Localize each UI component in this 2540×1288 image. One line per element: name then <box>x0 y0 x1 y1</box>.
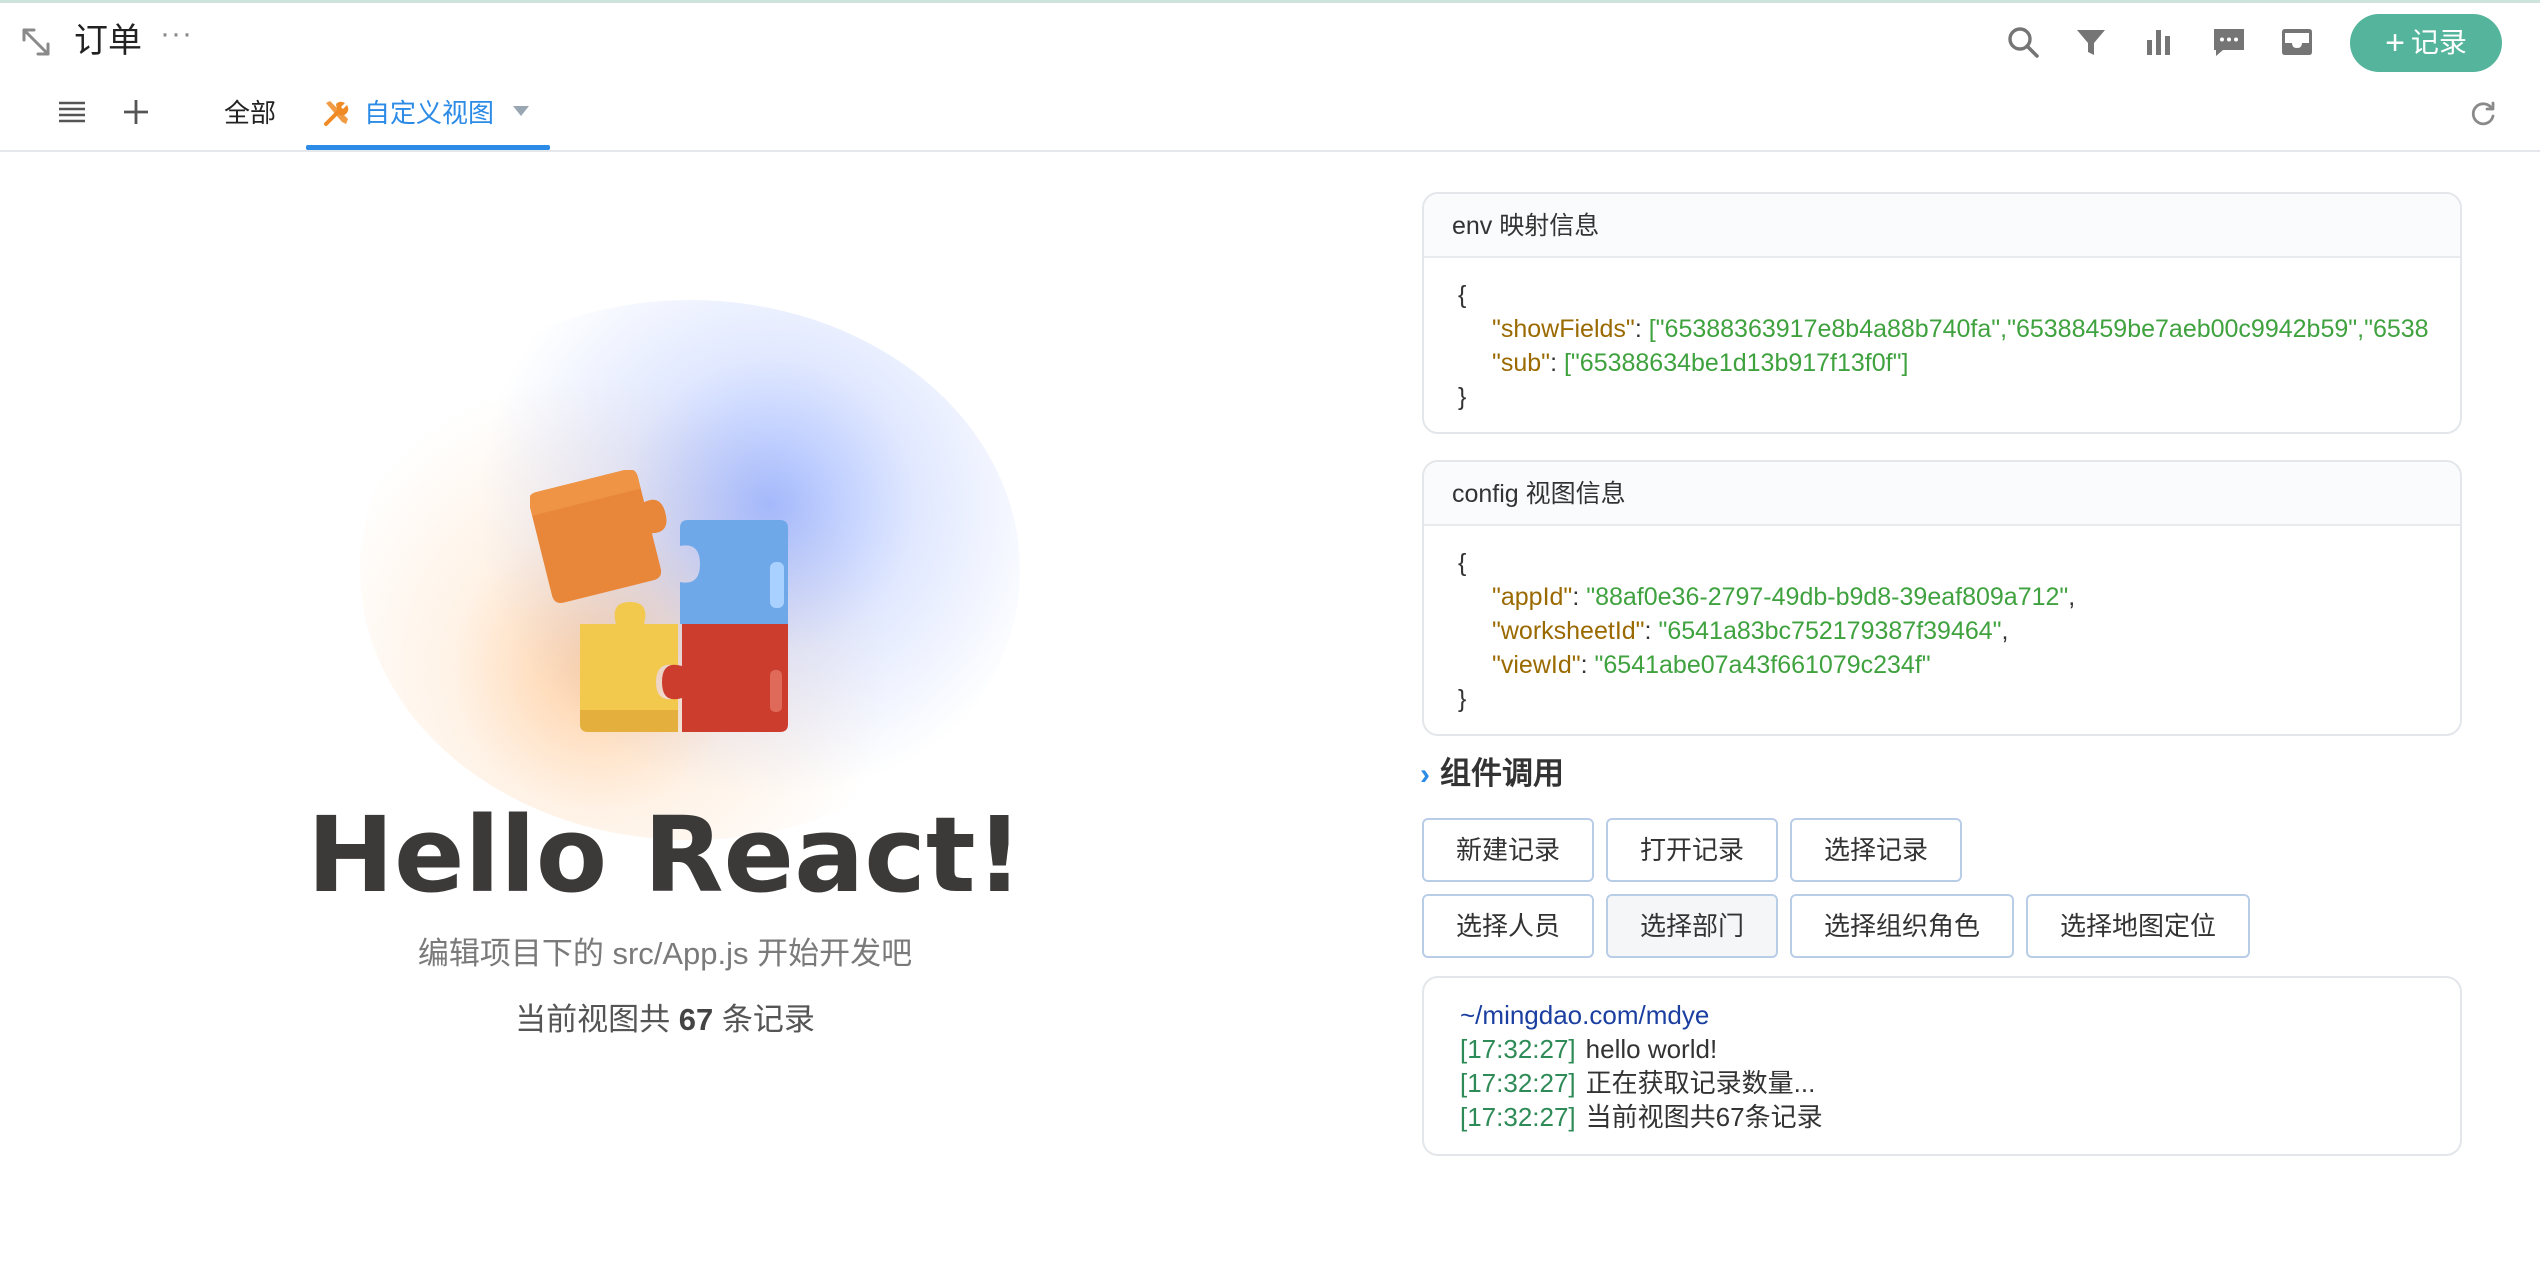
log-timestamp: [17:32:27] <box>1460 1068 1576 1098</box>
count-value: 67 <box>678 1002 714 1037</box>
dev-hint-text: 编辑项目下的 src/App.js 开始开发吧 <box>417 936 913 971</box>
log-line: [17:32:27] 当前视图共67条记录 <box>1460 1100 2460 1134</box>
select-department-button[interactable]: 选择部门 <box>1606 894 1778 958</box>
new-record-button[interactable]: 新建记录 <box>1422 818 1594 882</box>
json-line-appid: "appId": "88af0e36-2797-49db-b9d8-39eaf8… <box>1492 583 2076 611</box>
comment-icon[interactable] <box>2209 22 2249 62</box>
log-path: ~/mingdao.com/mdye <box>1460 1000 1710 1030</box>
plus-icon: + <box>2385 24 2405 62</box>
json-line-showfields: "showFields": ["65388363917e8b4a88b740fa… <box>1492 315 2429 343</box>
log-line: [17:32:27] 正在获取记录数量... <box>1460 1066 2460 1100</box>
json-key: "viewId" <box>1492 651 1581 679</box>
config-info-panel: config 视图信息 { "appId": "88af0e36-2797-49… <box>1422 460 2462 736</box>
env-json: { "showFields": ["65388363917e8b4a88b740… <box>1424 258 2460 414</box>
json-line-worksheetid: "worksheetId": "6541a83bc752179387f39464… <box>1492 617 2009 645</box>
top-bar: 订单 ··· + 记录 全部 自定义视图 <box>0 0 2540 152</box>
console-log: ~/mingdao.com/mdye [17:32:27] hello world… <box>1422 976 2462 1156</box>
json-key: "showFields" <box>1492 315 1635 343</box>
open-record-button[interactable]: 打开记录 <box>1606 818 1778 882</box>
list-icon[interactable] <box>56 96 88 128</box>
chevron-down-icon[interactable] <box>512 104 530 118</box>
log-line: [17:32:27] hello world! <box>1460 1032 2460 1066</box>
select-org-role-button[interactable]: 选择组织角色 <box>1790 894 2014 958</box>
refresh-icon[interactable] <box>2468 98 2498 128</box>
add-record-label: 记录 <box>2410 27 2467 58</box>
json-line-viewid: "viewId": "6541abe07a43f661079c234f" <box>1492 651 1931 679</box>
tab-custom-label: 自定义视图 <box>364 98 495 128</box>
inbox-icon[interactable] <box>2277 22 2317 62</box>
components-title-text: 组件调用 <box>1440 756 1564 791</box>
active-tab-indicator <box>306 145 550 150</box>
json-value: "6541abe07a43f661079c234f" <box>1594 651 1931 679</box>
record-count-text: 当前视图共 67 条记录 <box>0 1000 1330 1040</box>
add-view-icon[interactable] <box>120 96 152 128</box>
log-timestamp: [17:32:27] <box>1460 1102 1576 1132</box>
json-line-sub: "sub": ["65388634be1d13b917f13f0f"] <box>1492 349 1909 377</box>
select-record-button[interactable]: 选择记录 <box>1790 818 1962 882</box>
add-record-button[interactable]: + 记录 <box>2350 14 2502 72</box>
config-json: { "appId": "88af0e36-2797-49db-b9d8-39ea… <box>1424 526 2460 716</box>
chevron-right-icon: › <box>1420 758 1430 791</box>
json-open-brace: { <box>1458 549 1467 577</box>
log-message: 正在获取记录数量... <box>1585 1068 1816 1098</box>
json-value: "6541a83bc752179387f39464" <box>1658 617 2002 645</box>
log-message: hello world! <box>1585 1034 1718 1064</box>
count-suffix: 条记录 <box>713 1002 815 1037</box>
json-value: ["65388634be1d13b917f13f0f"] <box>1563 349 1909 377</box>
tab-custom-view[interactable]: 自定义视图 <box>306 84 550 150</box>
env-panel-title: env 映射信息 <box>1424 194 2460 258</box>
json-key: "worksheetId" <box>1492 617 1645 645</box>
select-map-location-button[interactable]: 选择地图定位 <box>2026 894 2250 958</box>
count-prefix: 当前视图共 <box>515 1002 679 1037</box>
json-value: "88af0e36-2797-49db-b9d8-39eaf809a712" <box>1586 583 2069 611</box>
json-key: "appId" <box>1492 583 1573 611</box>
env-info-panel: env 映射信息 { "showFields": ["65388363917e8… <box>1422 192 2462 434</box>
json-key: "sub" <box>1492 349 1551 377</box>
tools-icon <box>324 101 349 126</box>
page-title: 订单 <box>74 22 142 60</box>
top-accent-line <box>0 0 2540 3</box>
select-user-button[interactable]: 选择人员 <box>1422 894 1594 958</box>
json-open-brace: { <box>1458 281 1467 309</box>
tab-all[interactable]: 全部 <box>224 96 276 130</box>
chart-icon[interactable] <box>2139 22 2179 62</box>
hello-headline: Hello React! <box>306 794 1024 916</box>
json-value: ["65388363917e8b4a88b740fa","65388459be7… <box>1648 315 2429 343</box>
components-section-title: › 组件调用 <box>1420 752 1564 797</box>
json-close-brace: } <box>1458 685 1467 713</box>
json-close-brace: } <box>1458 383 1467 411</box>
search-icon[interactable] <box>2003 22 2043 62</box>
log-timestamp: [17:32:27] <box>1460 1034 1576 1064</box>
filter-icon[interactable] <box>2071 22 2111 62</box>
log-message: 当前视图共67条记录 <box>1585 1102 1823 1132</box>
more-icon[interactable]: ··· <box>160 19 192 54</box>
expand-icon[interactable] <box>16 22 56 62</box>
puzzle-logo <box>530 470 788 732</box>
config-panel-title: config 视图信息 <box>1424 462 2460 526</box>
